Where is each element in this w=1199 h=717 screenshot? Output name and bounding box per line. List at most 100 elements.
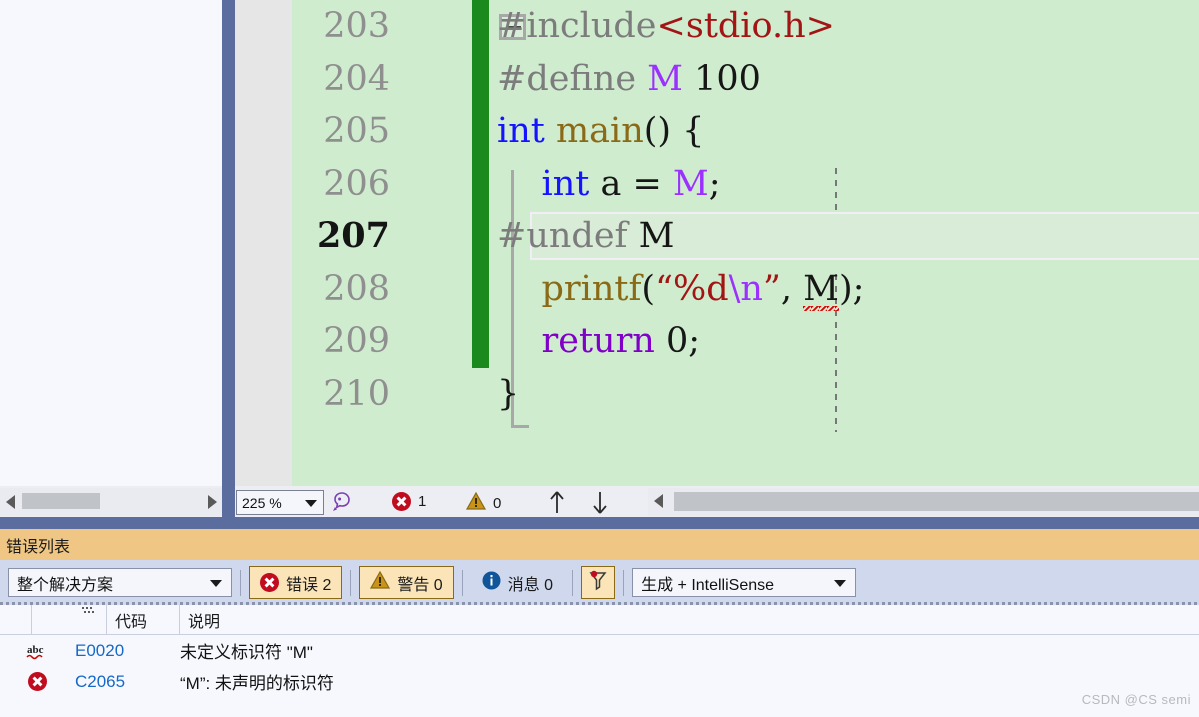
column-header-severity[interactable] — [32, 604, 107, 635]
change-indicator-bar — [472, 52, 489, 105]
build-filter-combobox[interactable]: 生成 + IntelliSense — [632, 568, 857, 597]
previous-error-arrow-icon[interactable] — [545, 489, 569, 516]
code-line[interactable]: 203 #include<stdio.h> — [292, 0, 1199, 53]
status-warning-count: 0 — [493, 495, 502, 512]
errors-toggle-button[interactable]: 错误 2 — [249, 566, 343, 599]
line-number: 206 — [323, 163, 390, 204]
error-code[interactable]: C2065 — [75, 672, 180, 692]
code-text: #undef M — [497, 210, 674, 263]
code-text: #include<stdio.h> — [497, 0, 835, 53]
warning-triangle-icon — [370, 570, 391, 594]
code-line[interactable]: 210} — [292, 368, 1199, 421]
error-list-panel-title: 错误列表 — [0, 529, 1199, 560]
scope-combobox[interactable]: 整个解决方案 — [8, 568, 232, 597]
next-error-arrow-icon[interactable] — [588, 489, 612, 516]
line-number: 210 — [323, 373, 390, 414]
info-circle-icon — [482, 571, 501, 595]
error-list-title-text: 错误列表 — [6, 538, 71, 556]
code-token: main — [555, 111, 644, 151]
code-token: 100 — [683, 58, 761, 99]
error-list-rows: abc E0020 未定义标识符 "M" C2065 “M”: 未声明的标识符 — [0, 635, 1199, 717]
code-line[interactable]: 206 int a = M; — [292, 157, 1199, 210]
change-indicator-bar — [472, 157, 489, 210]
error-circle-icon — [392, 492, 411, 511]
error-description: “M”: 未声明的标识符 — [180, 674, 334, 693]
change-indicator-bar — [472, 0, 489, 53]
scroll-right-arrow-icon[interactable] — [202, 488, 222, 516]
change-indicator-bar — [472, 105, 489, 158]
column-header-code[interactable]: 代码 — [107, 604, 180, 635]
code-text: #define M 100 — [497, 53, 761, 106]
error-list-column-headers: 代码 说明 — [0, 604, 1199, 635]
code-line[interactable]: 207 #undef M — [292, 210, 1199, 263]
code-token: int — [541, 163, 590, 204]
error-circle-icon — [0, 672, 75, 691]
zoom-level-combobox[interactable]: 225 % — [236, 490, 324, 515]
visual-studio-window: 203 #include<stdio.h> 204 #define M 100 205 i… — [0, 0, 1199, 717]
code-token: #define — [497, 58, 648, 99]
editor-scroll-thumb[interactable] — [674, 492, 1199, 511]
code-token: printf — [541, 268, 642, 309]
messages-toggle-button[interactable]: 消息 0 — [470, 566, 565, 599]
status-warning-indicator[interactable]: 0 — [465, 491, 502, 515]
toolbar-separator — [623, 569, 625, 596]
change-indicator-bar — [472, 315, 489, 368]
vertical-splitter-lower[interactable] — [222, 486, 235, 519]
chevron-down-icon[interactable] — [201, 574, 231, 592]
errors-toggle-label: 错误 2 — [286, 576, 332, 594]
code-line[interactable]: 209 return 0; — [292, 315, 1199, 368]
window-accent-rule — [0, 517, 1199, 529]
code-token: } — [497, 373, 520, 414]
top-region: 203 #include<stdio.h> 204 #define M 100 205 i… — [0, 0, 1199, 486]
scope-combobox-value: 整个解决方案 — [17, 576, 114, 594]
filter-button[interactable] — [581, 566, 616, 599]
warnings-toggle-button[interactable]: 警告 0 — [359, 566, 454, 599]
code-token: ” — [762, 268, 781, 309]
table-row[interactable]: abc E0020 未定义标识符 "M" — [0, 635, 1199, 666]
chevron-down-icon[interactable] — [825, 574, 855, 592]
editor-scroll-left-arrow-icon[interactable] — [654, 494, 663, 508]
column-header-description[interactable]: 说明 — [180, 605, 1199, 635]
code-token: “%d — [655, 268, 729, 309]
left-pane-scroll-thumb[interactable] — [22, 493, 100, 509]
code-token: a = — [589, 163, 673, 204]
line-number: 205 — [323, 111, 390, 151]
status-error-count: 1 — [418, 493, 427, 510]
code-token: M — [672, 163, 709, 204]
toolbar-separator — [461, 569, 463, 596]
code-token: , — [780, 268, 804, 309]
line-number: 208 — [323, 268, 390, 309]
line-number: 203 — [323, 6, 390, 46]
scroll-left-arrow-icon[interactable] — [0, 488, 20, 516]
editor-outer-gutter — [235, 0, 292, 486]
code-line[interactable]: 204 #define M 100 — [292, 52, 1199, 106]
code-token: ); — [838, 268, 865, 309]
chevron-down-icon[interactable] — [305, 494, 323, 512]
status-error-indicator[interactable]: 1 — [392, 492, 426, 511]
spellcheck-abc-icon: abc — [0, 641, 75, 661]
vertical-splitter[interactable] — [222, 0, 235, 486]
code-line[interactable]: 208 printf(“%d\n”, M); — [292, 262, 1199, 315]
column-header-blank[interactable] — [0, 604, 32, 635]
watermark: CSDN @CS semi — [1081, 692, 1191, 707]
left-empty-pane — [0, 0, 222, 486]
code-token: #undef — [497, 216, 639, 256]
code-text: int main() { — [497, 105, 704, 158]
table-row[interactable]: C2065 “M”: 未声明的标识符 — [0, 666, 1199, 697]
intellisense-head-icon[interactable] — [330, 490, 354, 515]
zoom-level-value: 225 % — [242, 494, 282, 511]
change-indicator-bar — [472, 210, 489, 263]
code-lines-container: 203 #include<stdio.h> 204 #define M 100 205 i… — [292, 0, 1199, 420]
line-number: 204 — [323, 58, 390, 99]
code-editor[interactable]: 203 #include<stdio.h> 204 #define M 100 205 i… — [292, 0, 1199, 486]
warning-triangle-icon — [465, 491, 487, 515]
error-code[interactable]: E0020 — [75, 641, 180, 661]
code-token: M — [803, 268, 839, 311]
error-list-toolbar: 整个解决方案 错误 2 警告 0 消息 0 生成 + IntelliSense — [0, 560, 1199, 605]
code-line[interactable]: 205 int main() { — [292, 105, 1199, 158]
code-token: #include — [497, 6, 657, 46]
